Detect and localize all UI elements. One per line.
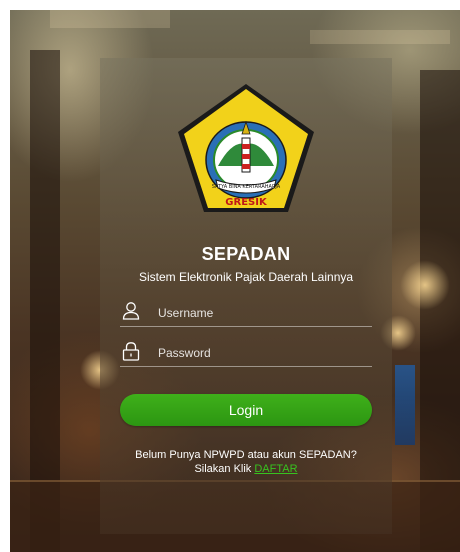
register-question: Belum Punya NPWPD atau akun SEPADAN? <box>135 449 357 461</box>
username-input[interactable] <box>156 301 370 325</box>
gresik-logo: SATYA BINA KERTARAHARJA GRESIK <box>178 84 314 212</box>
register-note: Belum Punya NPWPD atau akun SEPADAN? Sil… <box>100 448 392 476</box>
app-subtitle: Sistem Elektronik Pajak Daerah Lainnya <box>138 270 354 284</box>
login-button[interactable]: Login <box>120 394 372 426</box>
register-prompt-line: Silakan Klik DAFTAR <box>100 462 392 476</box>
lock-icon <box>122 342 140 361</box>
register-prompt: Silakan Klik <box>194 463 252 475</box>
app-title: SEPADAN <box>201 244 291 264</box>
logo-ribbon-text: SATYA BINA KERTARAHARJA <box>212 184 281 190</box>
username-field <box>120 298 372 327</box>
logo-name-text: GRESIK <box>225 197 268 208</box>
password-field <box>120 338 372 367</box>
password-input[interactable] <box>156 341 370 365</box>
register-link[interactable]: DAFTAR <box>254 463 297 475</box>
user-icon <box>122 302 140 320</box>
